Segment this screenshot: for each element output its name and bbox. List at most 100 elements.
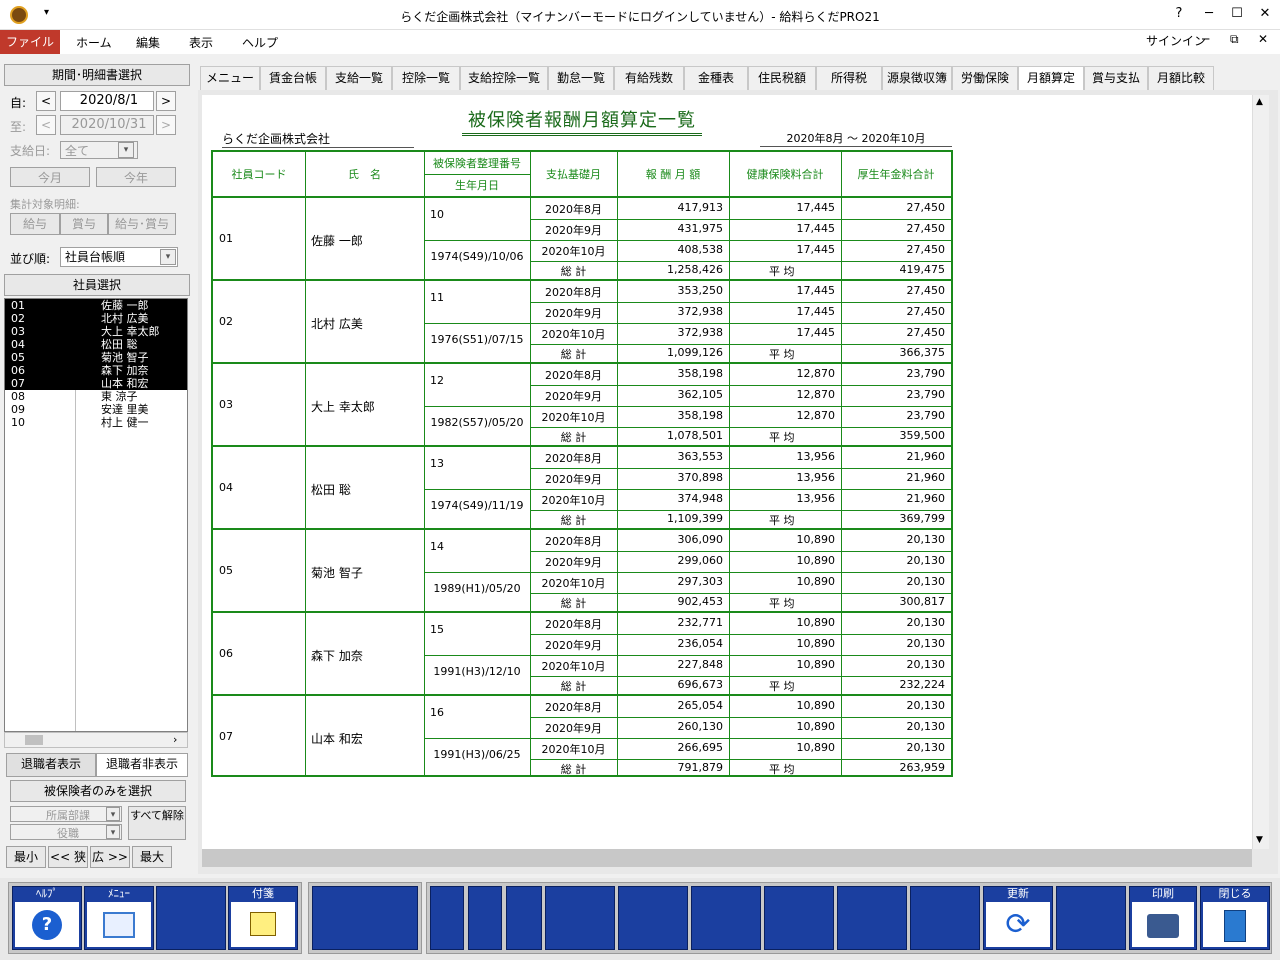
- from-next-button[interactable]: >: [156, 91, 176, 111]
- report-vscroll[interactable]: ▲ ▼: [1252, 95, 1269, 849]
- tab-wage-ledger[interactable]: 賃金台帳: [260, 66, 326, 90]
- to-prev-button[interactable]: <: [36, 115, 56, 135]
- retired-hide-tab[interactable]: 退職者非表示: [96, 753, 188, 777]
- target-bonus-button[interactable]: 賞与: [60, 213, 108, 235]
- empty-button-3[interactable]: [430, 886, 464, 950]
- scroll-up-icon[interactable]: ▲: [1256, 97, 1263, 107]
- empty-button-5[interactable]: [506, 886, 542, 950]
- period-select-header[interactable]: 期間･明細書選択: [4, 64, 190, 86]
- size-wide-button[interactable]: 広 >>: [90, 846, 130, 868]
- employee-list-hscroll[interactable]: ›: [4, 732, 188, 748]
- refresh-button[interactable]: 更新 ⟳: [983, 886, 1053, 950]
- close-button[interactable]: 閉じる: [1200, 886, 1270, 950]
- tab-bonus-payment[interactable]: 賞与支払: [1084, 66, 1148, 90]
- report-hscroll[interactable]: [202, 849, 1252, 867]
- list-item[interactable]: 06 森下 加奈: [5, 364, 187, 377]
- empty-button-2[interactable]: [312, 886, 418, 950]
- ribbon-minimize-icon[interactable]: ─: [1202, 32, 1209, 46]
- tab-menu[interactable]: メニュー: [200, 66, 260, 90]
- to-date-field[interactable]: 2020/10/31: [60, 115, 154, 135]
- ribbon-restore-icon[interactable]: ⧉: [1230, 32, 1239, 47]
- tab-income-tax[interactable]: 所得税: [816, 66, 882, 90]
- print-button-label: 印刷: [1152, 887, 1174, 900]
- employee-code: 06: [219, 647, 233, 660]
- from-prev-button[interactable]: <: [36, 91, 56, 111]
- tab-denomination[interactable]: 金種表: [684, 66, 748, 90]
- row-divider: [530, 551, 951, 552]
- list-item[interactable]: 09 安達 里美: [5, 403, 187, 416]
- size-narrow-button[interactable]: << 狭: [48, 846, 88, 868]
- empty-button-10[interactable]: [837, 886, 907, 950]
- from-date-field[interactable]: 2020/8/1: [60, 91, 154, 111]
- size-max-button[interactable]: 最大: [132, 846, 172, 868]
- sticky-button[interactable]: 付箋: [228, 886, 298, 950]
- maximize-icon[interactable]: ☐: [1226, 6, 1248, 21]
- this-month-button[interactable]: 今月: [10, 167, 90, 187]
- size-min-button[interactable]: 最小: [6, 846, 46, 868]
- close-icon[interactable]: ✕: [1254, 6, 1276, 21]
- retired-show-tab[interactable]: 退職者表示: [6, 753, 96, 777]
- tab-withholding-book[interactable]: 源泉徴収簿: [882, 66, 952, 90]
- help-button[interactable]: ﾍﾙﾌﾟ ?: [12, 886, 82, 950]
- tab-payment-deduction-list[interactable]: 支給控除一覧: [460, 66, 548, 90]
- list-item[interactable]: 02 北村 広美: [5, 312, 187, 325]
- target-salary-button[interactable]: 給与: [10, 213, 60, 235]
- tab-payment-list[interactable]: 支給一覧: [326, 66, 392, 90]
- payday-dropdown-icon[interactable]: ▾: [118, 142, 134, 158]
- file-menu[interactable]: ファイル: [0, 30, 60, 54]
- print-button[interactable]: 印刷: [1129, 886, 1197, 950]
- ribbon-tab-home[interactable]: ホーム: [76, 34, 112, 51]
- list-item[interactable]: 03 大上 幸太郎: [5, 325, 187, 338]
- empty-button-4[interactable]: [468, 886, 502, 950]
- tab-resident-tax[interactable]: 住民税額: [748, 66, 816, 90]
- minimize-icon[interactable]: ─: [1198, 6, 1220, 21]
- list-item[interactable]: 04 松田 聡: [5, 338, 187, 351]
- refresh-icon: ⟳: [986, 902, 1050, 947]
- employee-select-button[interactable]: 社員選択: [4, 274, 190, 296]
- tab-monthly-calc[interactable]: 月額算定: [1018, 66, 1084, 90]
- menu-button[interactable]: ﾒﾆｭｰ: [84, 886, 154, 950]
- empty-button-1[interactable]: [156, 886, 226, 950]
- refresh-button-label: 更新: [1007, 887, 1029, 900]
- list-item[interactable]: 08 東 涼子: [5, 390, 187, 403]
- employee-name: 森下 加奈: [311, 649, 363, 663]
- pension-insurance: 21,960: [906, 492, 946, 505]
- ribbon-tab-edit[interactable]: 編集: [136, 34, 160, 51]
- tab-paid-leave[interactable]: 有給残数: [614, 66, 684, 90]
- role-dropdown-icon[interactable]: ▾: [106, 825, 120, 839]
- empty-button-7[interactable]: [618, 886, 688, 950]
- health-insurance: 10,890: [796, 637, 836, 650]
- ribbon-tab-help[interactable]: ヘルプ: [242, 34, 278, 51]
- empty-button-11[interactable]: [910, 886, 980, 950]
- list-item[interactable]: 01 佐藤 一郎: [5, 299, 187, 312]
- tab-deduction-list[interactable]: 控除一覧: [392, 66, 460, 90]
- help-circle-icon: ?: [15, 902, 79, 947]
- this-year-button[interactable]: 今年: [96, 167, 176, 187]
- scroll-thumb[interactable]: [25, 735, 43, 745]
- scroll-right-icon[interactable]: ›: [173, 733, 177, 746]
- ribbon-tab-view[interactable]: 表示: [189, 34, 213, 51]
- row-divider: [530, 261, 951, 262]
- to-next-button[interactable]: >: [156, 115, 176, 135]
- scroll-down-icon[interactable]: ▼: [1256, 835, 1263, 845]
- empty-button-6[interactable]: [545, 886, 615, 950]
- list-item[interactable]: 10 村上 健一: [5, 416, 187, 429]
- clear-all-button[interactable]: すべて解除: [128, 806, 186, 840]
- tab-monthly-compare[interactable]: 月額比較: [1148, 66, 1214, 90]
- empty-button-8[interactable]: [691, 886, 761, 950]
- help-icon[interactable]: ?: [1168, 6, 1190, 21]
- employee-list[interactable]: 01 佐藤 一郎 02 北村 広美 03 大上 幸太郎 04 松田 聡 05 菊池 智子 …: [4, 298, 188, 732]
- insured-only-button[interactable]: 被保険者のみを選択: [10, 780, 186, 802]
- list-item[interactable]: 05 菊池 智子: [5, 351, 187, 364]
- sort-dropdown-icon[interactable]: ▾: [160, 249, 176, 265]
- ribbon-close-icon[interactable]: ✕: [1258, 32, 1268, 46]
- empty-button-9[interactable]: [764, 886, 834, 950]
- list-item[interactable]: 07 山本 和宏: [5, 377, 187, 390]
- dept-dropdown-icon[interactable]: ▾: [106, 807, 120, 821]
- tab-attendance-list[interactable]: 勤怠一覧: [548, 66, 614, 90]
- signin-link[interactable]: サインイン: [1146, 32, 1206, 49]
- column-divider: [305, 362, 306, 445]
- tab-labor-insurance[interactable]: 労働保険: [952, 66, 1018, 90]
- empty-button-12[interactable]: [1056, 886, 1126, 950]
- target-both-button[interactable]: 給与･賞与: [108, 213, 176, 235]
